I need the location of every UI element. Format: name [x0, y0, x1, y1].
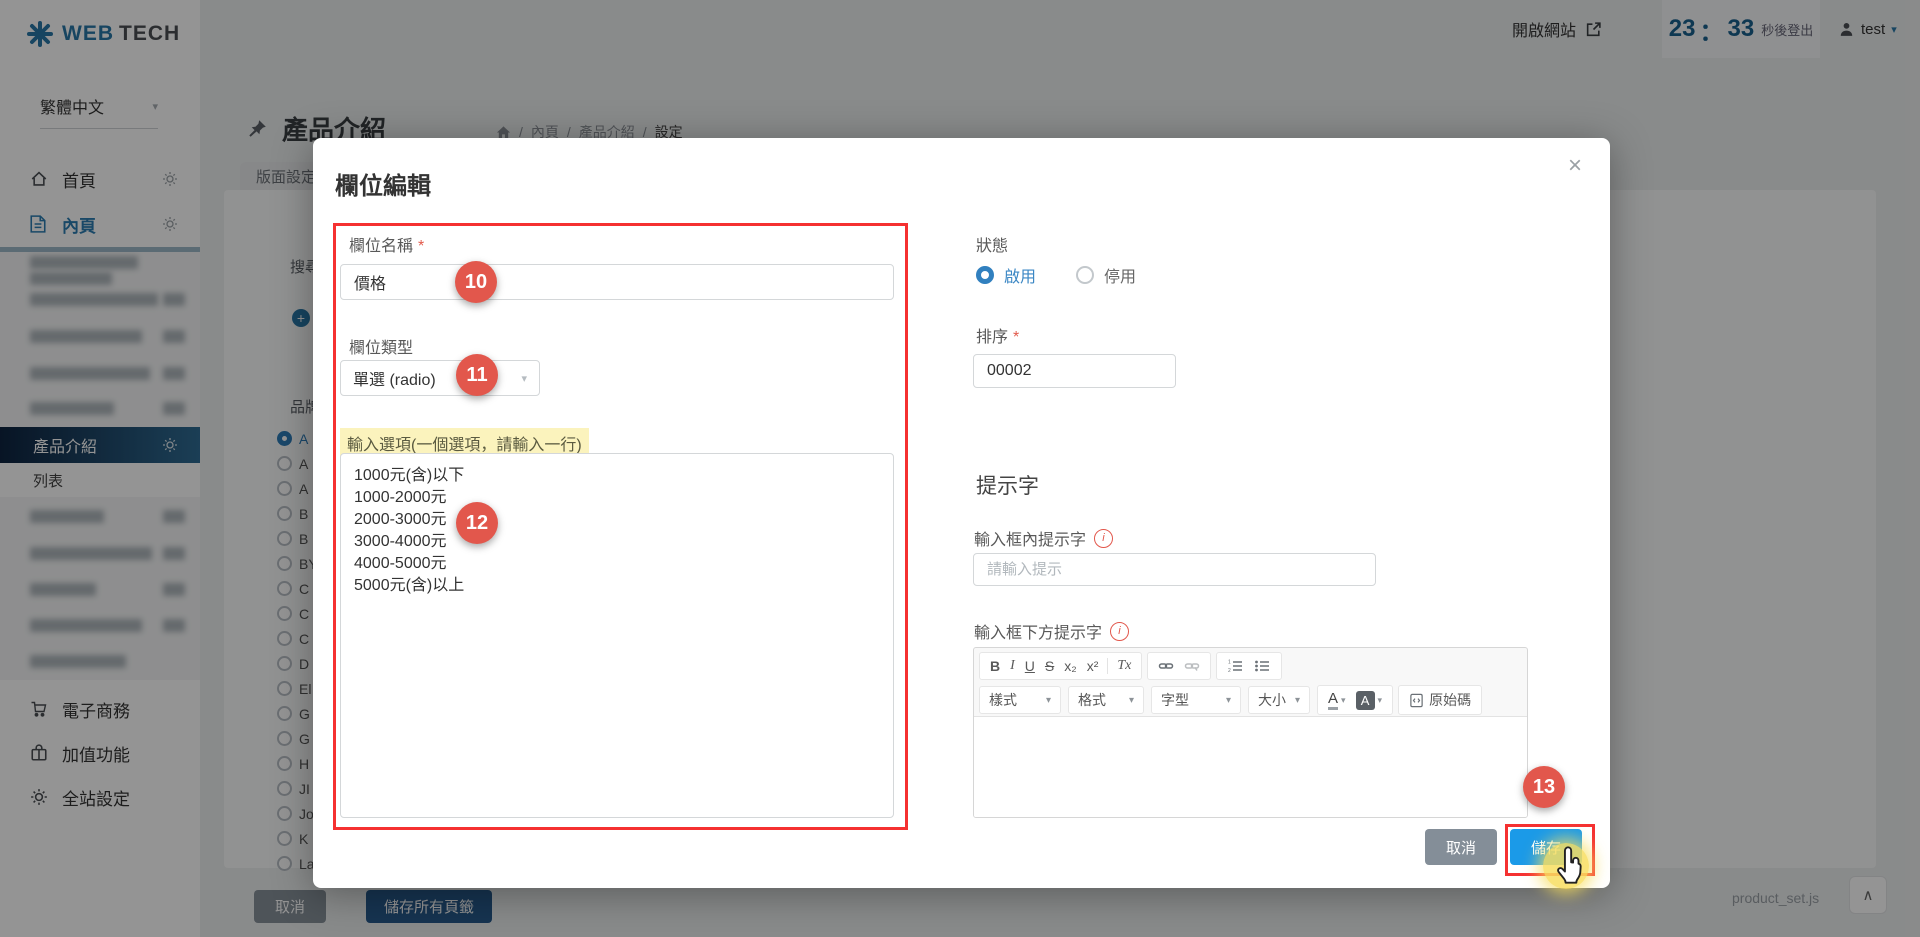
annotation-step-12: 12 [456, 502, 498, 544]
radio-enabled-label: 啟用 [1004, 263, 1036, 287]
svg-text:2: 2 [1228, 668, 1231, 674]
editor-content[interactable] [974, 716, 1527, 818]
modal-cancel-button[interactable]: 取消 [1425, 829, 1497, 865]
size-select[interactable]: 大小▾ [1248, 686, 1310, 714]
app-root: WEBTECH 繁體中文 ▾ 首頁 內頁 [0, 0, 1920, 937]
bg-color-icon[interactable]: A▾ [1356, 691, 1383, 710]
info-icon[interactable]: i [1110, 622, 1129, 641]
options-textarea[interactable] [340, 453, 894, 818]
status-label: 狀態 [976, 232, 1008, 256]
field-name-input[interactable] [340, 264, 894, 300]
field-name-label: 欄位名稱* [349, 232, 424, 256]
remove-format-icon[interactable]: Tx [1117, 658, 1131, 674]
ordered-list-icon[interactable]: 12 [1227, 658, 1244, 674]
radio-disabled[interactable] [1076, 266, 1094, 284]
styles-select[interactable]: 樣式▾ [979, 686, 1061, 714]
underline-icon[interactable]: U [1025, 658, 1035, 674]
editor-toolbar-row2: 樣式▾ 格式▾ 字型▾ 大小▾ A▾ A▾ [974, 680, 1527, 715]
annotation-step-13: 13 [1523, 766, 1565, 808]
source-code-button[interactable]: 原始碼 [1409, 690, 1471, 710]
superscript-icon[interactable]: x² [1087, 658, 1099, 674]
hint-below-label: 輸入框下方提示字 i [974, 619, 1129, 643]
sort-input[interactable] [973, 354, 1176, 388]
rich-text-editor: B I U S x₂ x² Tx [973, 647, 1528, 818]
format-select[interactable]: 格式▾ [1068, 686, 1144, 714]
bullet-list-icon[interactable] [1254, 658, 1271, 674]
close-icon[interactable]: × [1568, 154, 1582, 178]
radio-enabled[interactable] [976, 266, 994, 284]
hint-section-title: 提示字 [976, 470, 1039, 500]
font-select[interactable]: 字型▾ [1151, 686, 1241, 714]
chevron-down-icon: ▾ [521, 372, 527, 385]
svg-text:1: 1 [1228, 660, 1231, 666]
italic-icon[interactable]: I [1010, 658, 1015, 674]
annotation-step-11: 11 [456, 354, 498, 396]
editor-toolbar-row1: B I U S x₂ x² Tx [974, 648, 1527, 680]
modal-title: 欄位編輯 [335, 166, 431, 201]
unlink-icon[interactable] [1184, 658, 1200, 674]
strikethrough-icon[interactable]: S [1045, 658, 1054, 674]
text-color-icon[interactable]: A▾ [1328, 691, 1346, 710]
link-icon[interactable] [1158, 658, 1174, 674]
sort-label: 排序* [976, 323, 1019, 347]
annotation-step-10: 10 [455, 261, 497, 303]
radio-disabled-label: 停用 [1104, 263, 1136, 287]
hint-inside-label: 輸入框內提示字 i [974, 526, 1113, 550]
subscript-icon[interactable]: x₂ [1064, 658, 1076, 674]
hint-inside-input[interactable] [973, 553, 1376, 586]
field-type-label: 欄位類型 [349, 334, 413, 358]
bold-icon[interactable]: B [990, 658, 1000, 674]
field-edit-modal: × 欄位編輯 欄位名稱* 欄位類型 單選 (radio) ▾ 輸入選項(一個選項… [313, 138, 1610, 888]
field-type-select[interactable]: 單選 (radio) ▾ [340, 360, 540, 396]
info-icon[interactable]: i [1094, 529, 1113, 548]
cursor-icon [1552, 846, 1586, 884]
